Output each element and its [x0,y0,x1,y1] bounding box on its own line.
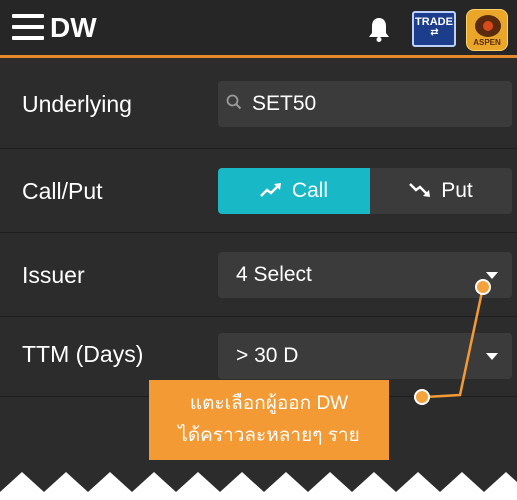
dw-screen: DW TRADE ⇄ ASPEN Underlying SET50 Call/P… [0,0,517,500]
annotation-dot-top [475,279,491,295]
torn-edge [0,472,517,500]
annotation-line-1: แตะเลือกผู้ออก DW [189,393,349,414]
annotation-dot-bottom [414,389,430,405]
